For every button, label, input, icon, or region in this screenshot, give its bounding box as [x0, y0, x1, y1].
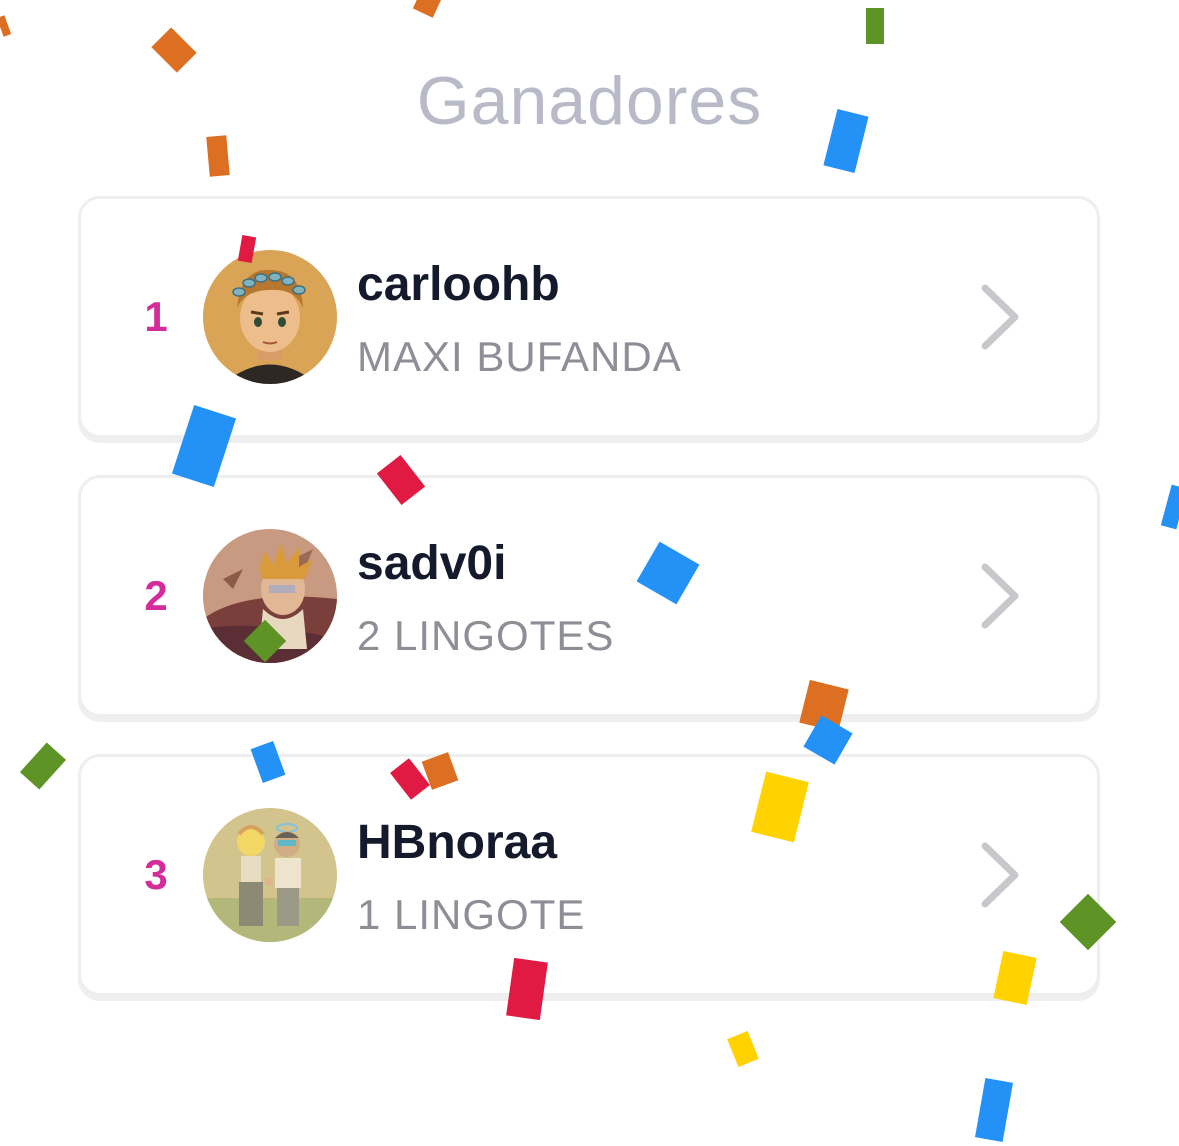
winner-rank: 1 — [144, 293, 168, 340]
confetti-piece — [506, 957, 548, 1021]
confetti-piece — [412, 0, 442, 18]
confetti-piece — [0, 15, 12, 37]
avatar-laurel-wreath-boy[interactable] — [203, 250, 337, 384]
winner-rank: 3 — [144, 851, 168, 898]
winner-username: sadv0i — [357, 537, 507, 590]
winner-prize: MAXI BUFANDA — [357, 333, 682, 380]
confetti-piece — [866, 8, 884, 44]
winner-card-3[interactable]: 3 HBnoraa 1 LINGOTE — [78, 754, 1100, 996]
winner-prize: 1 LINGOTE — [357, 891, 586, 938]
winner-username: carloohb — [357, 258, 560, 311]
confetti-piece — [975, 1078, 1013, 1142]
winner-rank: 2 — [144, 572, 168, 619]
confetti-piece — [206, 135, 230, 177]
confetti-piece — [1160, 484, 1179, 530]
winner-card-1[interactable]: 1 carloohb MAXI BUFANDA — [78, 196, 1100, 438]
chevron-right-icon[interactable] — [977, 561, 1025, 631]
chevron-right-icon[interactable] — [977, 840, 1025, 910]
avatar-couple-holding-hands[interactable] — [203, 808, 337, 942]
winner-prize: 2 LINGOTES — [357, 612, 615, 659]
winner-card-2[interactable]: 2 sadv0i 2 LINGOTES — [78, 475, 1100, 717]
winner-username: HBnoraa — [357, 816, 558, 869]
page-title: Ganadores — [416, 63, 763, 139]
confetti-piece — [727, 1030, 759, 1068]
confetti-piece — [19, 742, 67, 790]
chevron-right-icon[interactable] — [977, 282, 1025, 352]
